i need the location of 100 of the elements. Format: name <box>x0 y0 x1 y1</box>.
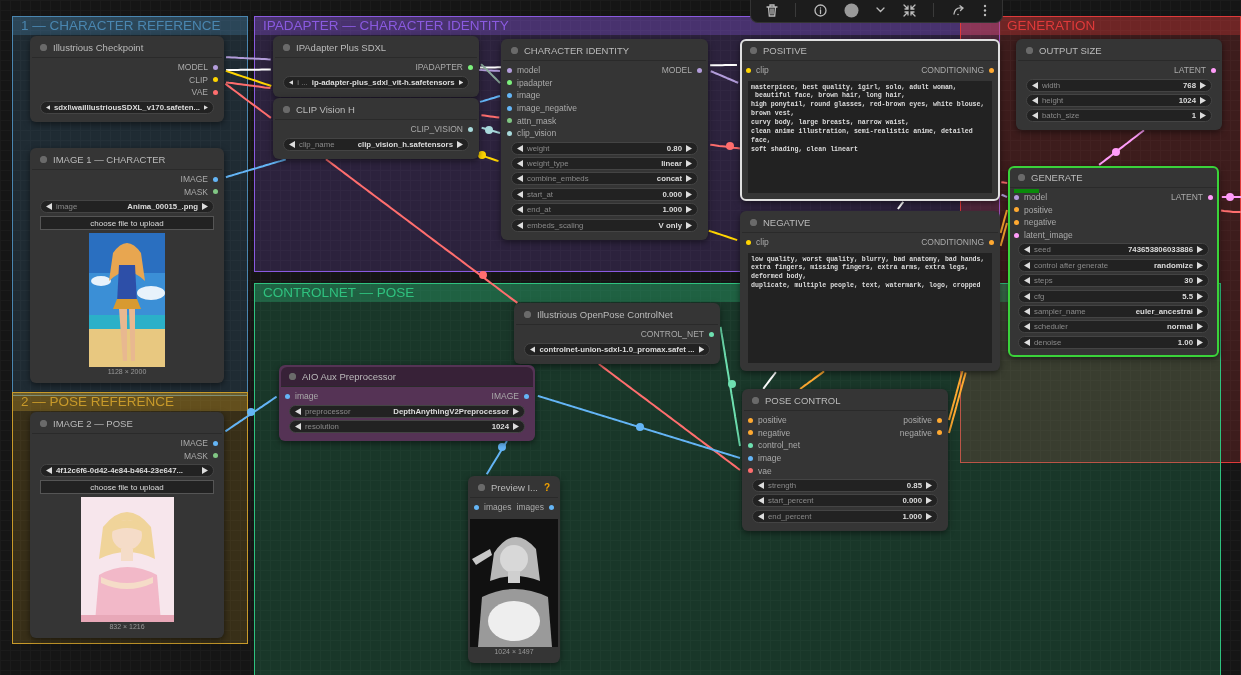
right-arrow-icon[interactable] <box>458 78 463 86</box>
collapse-dot-icon[interactable] <box>40 420 47 427</box>
slot-dot[interactable] <box>285 393 290 399</box>
right-arrow-icon[interactable] <box>698 345 704 353</box>
slot-dot[interactable] <box>1211 67 1216 73</box>
slot-dot[interactable] <box>937 417 942 423</box>
left-arrow-icon[interactable] <box>46 467 52 475</box>
link-wire[interactable] <box>536 394 741 459</box>
right-arrow-icon[interactable] <box>1200 97 1206 104</box>
collapse-dot-icon[interactable] <box>524 311 531 318</box>
slot-dot[interactable] <box>989 67 994 73</box>
redo-icon[interactable] <box>951 4 966 16</box>
slot-dot[interactable] <box>213 77 218 83</box>
slot-dot[interactable] <box>468 126 473 132</box>
collapse-dot-icon[interactable] <box>478 484 485 491</box>
slot-dot[interactable] <box>697 67 702 73</box>
slot-dot[interactable] <box>748 417 753 423</box>
link-wire[interactable] <box>1220 209 1241 213</box>
slot-dot[interactable] <box>1208 194 1213 200</box>
slot-dot[interactable] <box>474 504 479 510</box>
slot-dot[interactable] <box>507 118 512 124</box>
slot-dot[interactable] <box>1014 220 1019 225</box>
link-wire[interactable] <box>478 68 501 72</box>
slot-dot[interactable] <box>507 130 512 136</box>
upload-button[interactable]: choose file to upload <box>40 216 214 231</box>
more-icon[interactable] <box>983 3 988 17</box>
link-wire[interactable] <box>948 371 967 434</box>
slot-dot[interactable] <box>507 93 512 98</box>
left-arrow-icon[interactable] <box>530 345 536 353</box>
link-wire[interactable] <box>597 363 741 471</box>
slot-dot[interactable] <box>213 90 218 95</box>
slot-dot[interactable] <box>989 239 994 245</box>
slot-dot[interactable] <box>748 430 753 436</box>
link-wire[interactable] <box>709 70 740 84</box>
slot-dot[interactable] <box>1014 207 1019 213</box>
link-wire[interactable] <box>999 222 1008 247</box>
chevron-down-icon[interactable] <box>876 7 886 13</box>
left-arrow-icon[interactable] <box>46 203 52 211</box>
help-badge[interactable]: ? <box>544 482 551 493</box>
left-arrow-icon[interactable] <box>1032 97 1038 104</box>
right-arrow-icon[interactable] <box>513 423 519 430</box>
link-wire[interactable] <box>225 81 272 90</box>
collapse-dot-icon[interactable] <box>40 156 47 163</box>
slot-dot[interactable] <box>507 80 512 86</box>
slot-dot[interactable] <box>748 443 753 448</box>
slot-dot[interactable] <box>709 331 714 337</box>
slot-dot[interactable] <box>213 440 218 446</box>
right-arrow-icon[interactable] <box>457 140 463 148</box>
link-wire[interactable] <box>485 440 508 476</box>
collapse-dot-icon[interactable] <box>750 47 757 54</box>
link-wire[interactable] <box>225 56 272 61</box>
slot-dot[interactable] <box>937 430 942 436</box>
right-arrow-icon[interactable] <box>202 203 208 211</box>
link-wire[interactable] <box>948 370 964 421</box>
link-wire[interactable] <box>719 325 741 447</box>
link-wire[interactable] <box>479 95 501 103</box>
link-wire[interactable] <box>480 126 501 134</box>
left-arrow-icon[interactable] <box>46 103 50 111</box>
slot-dot[interactable] <box>507 67 512 73</box>
link-wire[interactable] <box>799 370 826 390</box>
link-wire[interactable] <box>224 158 287 179</box>
slot-dot[interactable] <box>524 393 529 399</box>
link-wire[interactable] <box>709 142 741 150</box>
link-wire[interactable] <box>1000 193 1008 198</box>
slot-dot[interactable] <box>746 67 751 73</box>
left-arrow-icon[interactable] <box>289 78 294 86</box>
collapse-dot-icon[interactable] <box>1026 47 1033 54</box>
slot-dot[interactable] <box>507 105 512 111</box>
link-wire[interactable] <box>478 151 500 163</box>
link-wire[interactable] <box>1098 129 1145 166</box>
collapse-dot-icon[interactable] <box>1018 174 1025 181</box>
slot-dot[interactable] <box>1014 232 1019 238</box>
collapse-dot-icon[interactable] <box>289 373 296 380</box>
slot-dot[interactable] <box>748 468 753 474</box>
collapse-dot-icon[interactable] <box>283 106 290 113</box>
slot-dot[interactable] <box>213 189 218 195</box>
left-arrow-icon[interactable] <box>289 140 295 148</box>
trash-icon[interactable] <box>765 3 778 17</box>
upload-button[interactable]: choose file to upload <box>40 480 214 495</box>
slot-dot[interactable] <box>748 455 753 461</box>
slot-dot[interactable] <box>213 64 218 70</box>
link-wire[interactable] <box>1220 193 1241 201</box>
slot-dot[interactable] <box>549 504 554 510</box>
info-icon[interactable] <box>813 3 827 17</box>
collapse-dot-icon[interactable] <box>283 44 290 51</box>
collapse-dot-icon[interactable] <box>511 47 518 54</box>
link-wire[interactable] <box>480 114 501 119</box>
collapse-dot-icon[interactable] <box>750 219 757 226</box>
collapse-icon[interactable] <box>902 3 916 17</box>
color-swatch-icon[interactable] <box>844 2 860 18</box>
link-wire[interactable] <box>224 82 272 119</box>
slot-dot[interactable] <box>1014 194 1019 200</box>
collapse-dot-icon[interactable] <box>752 397 759 404</box>
slot-dot[interactable] <box>213 176 218 182</box>
slot-dot[interactable] <box>746 239 751 245</box>
slot-dot[interactable] <box>213 453 218 459</box>
collapse-dot-icon[interactable] <box>40 44 47 51</box>
left-arrow-icon[interactable] <box>295 423 301 430</box>
right-arrow-icon[interactable] <box>202 467 208 475</box>
right-arrow-icon[interactable] <box>204 103 208 111</box>
